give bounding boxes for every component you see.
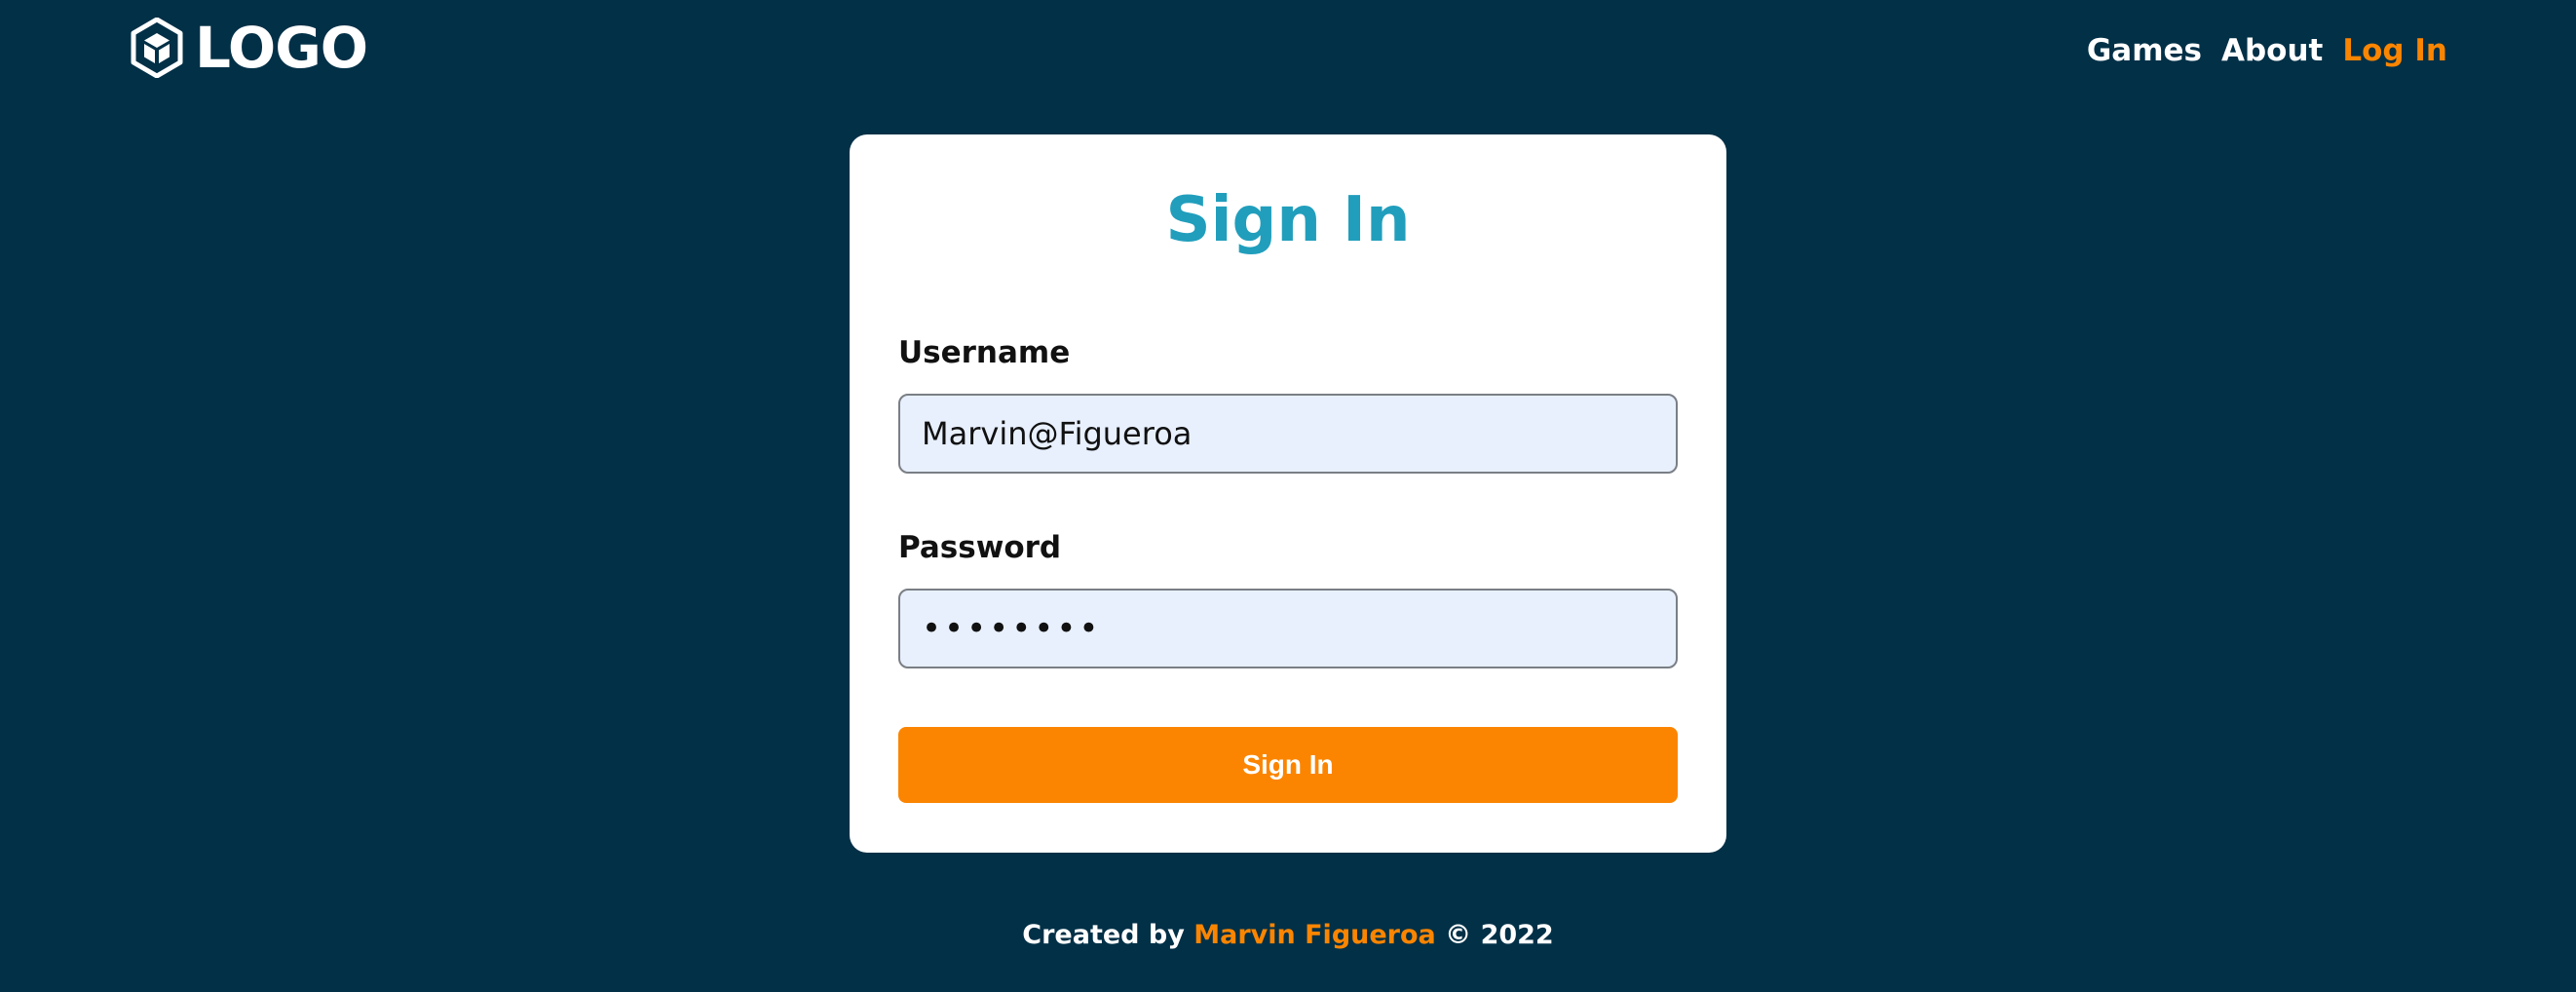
footer-author: Marvin Figueroa <box>1193 920 1436 950</box>
nav-link-games[interactable]: Games <box>2087 29 2202 72</box>
hexagon-cube-icon <box>131 18 183 78</box>
site-header: LOGO Games About Log In <box>0 0 2576 101</box>
logo-link[interactable]: LOGO <box>131 15 368 81</box>
sign-in-card: Sign In Username Password Sign In <box>850 134 1726 853</box>
sign-in-button[interactable]: Sign In <box>898 727 1678 803</box>
site-footer: Created by Marvin Figueroa © 2022 <box>0 916 2576 955</box>
nav-link-login[interactable]: Log In <box>2342 29 2447 72</box>
password-label: Password <box>898 530 1062 565</box>
password-field[interactable] <box>898 589 1678 668</box>
footer-prefix: Created by <box>1022 920 1185 950</box>
main-nav: Games About Log In <box>2087 29 2447 72</box>
footer-copyright: © 2022 <box>1445 920 1554 950</box>
logo-text: LOGO <box>195 15 368 81</box>
page-title: Sign In <box>1165 184 1411 256</box>
nav-link-about[interactable]: About <box>2221 29 2323 72</box>
username-field[interactable] <box>898 394 1678 474</box>
username-label: Username <box>898 335 1071 370</box>
